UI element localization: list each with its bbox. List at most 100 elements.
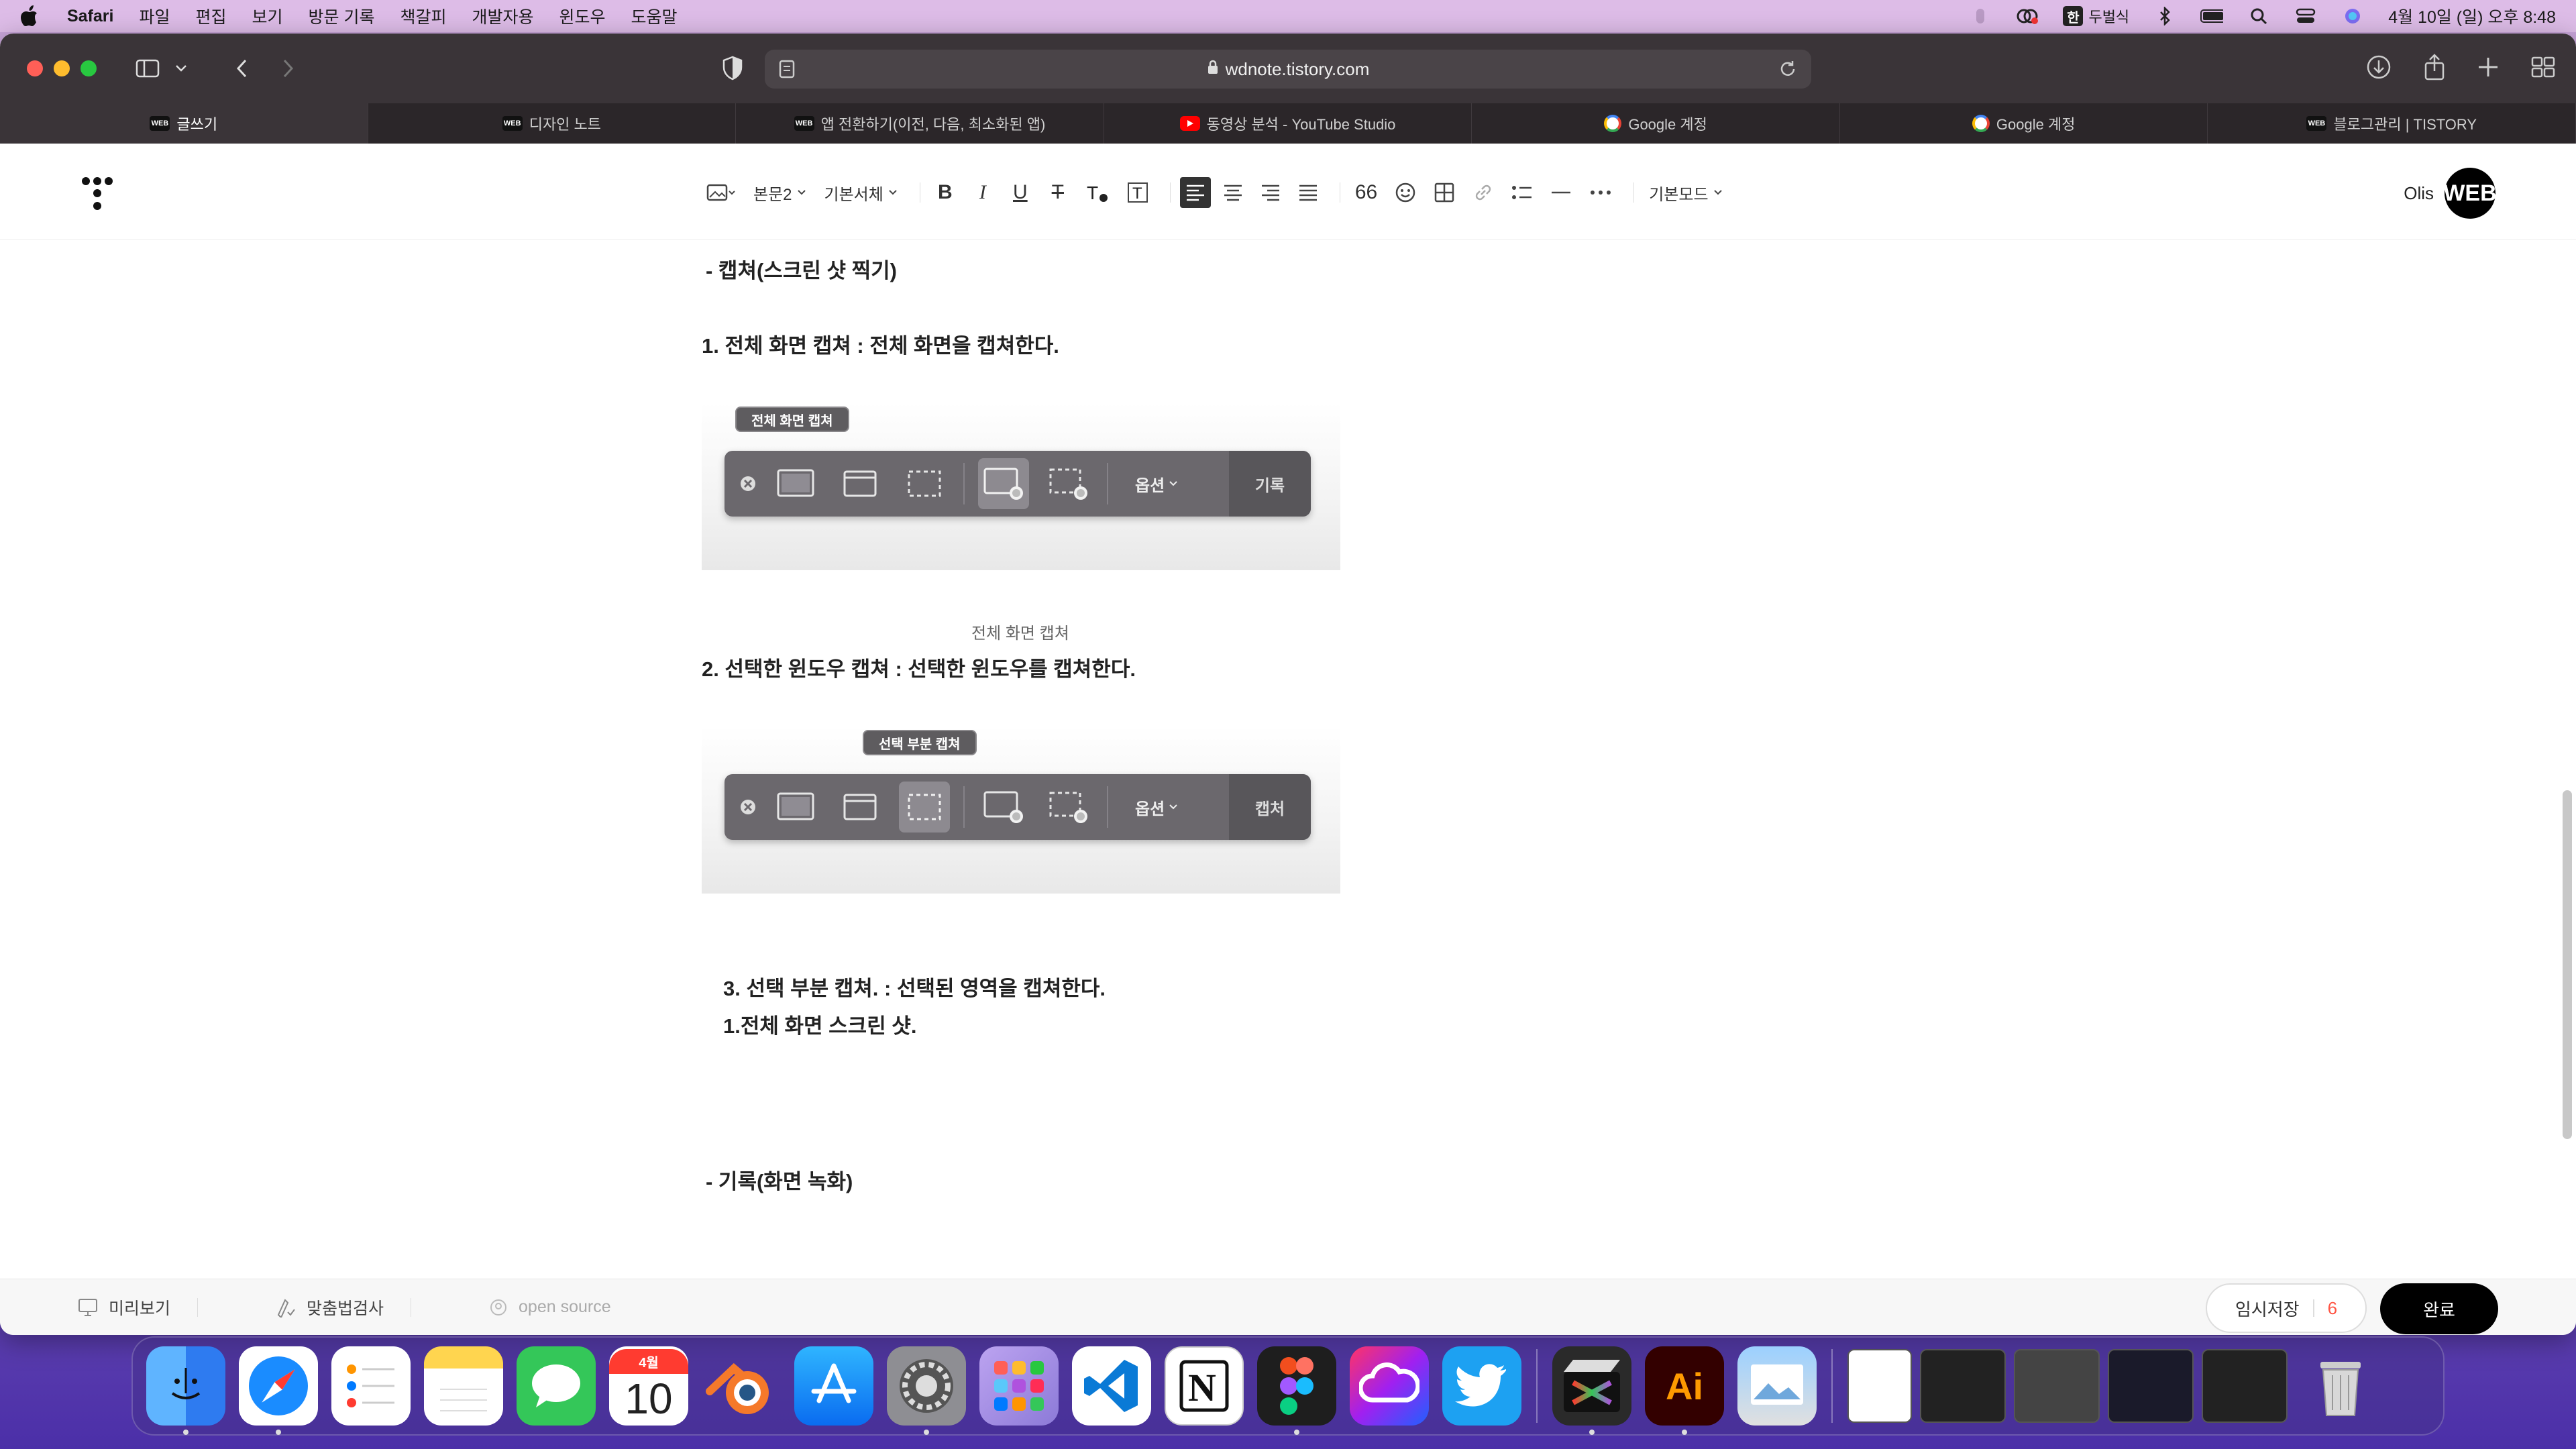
editor-mode-dropdown[interactable]: 기본모드 (1644, 177, 1728, 208)
tistory-logo-icon[interactable] (80, 176, 114, 217)
dock-figma[interactable] (1257, 1346, 1336, 1435)
dock-vscode[interactable] (1072, 1346, 1151, 1426)
siri-icon[interactable] (2341, 7, 2364, 25)
paragraph-style-dropdown[interactable]: 본문2 (748, 177, 812, 208)
dock-reminders[interactable] (331, 1346, 411, 1426)
dock-finder[interactable] (146, 1346, 225, 1435)
align-justify-button[interactable] (1293, 177, 1324, 208)
preview-button[interactable]: 미리보기 (78, 1295, 170, 1320)
address-bar[interactable]: wdnote.tistory.com (765, 50, 1811, 89)
share-icon[interactable] (2423, 54, 2446, 84)
strikethrough-button[interactable]: T (1042, 177, 1073, 208)
menu-develop[interactable]: 개발자용 (472, 4, 534, 28)
minimized-window-thumbnail[interactable] (1920, 1349, 2006, 1423)
dock-trash[interactable] (2301, 1346, 2380, 1426)
dock-calendar[interactable]: 4월 10 (609, 1346, 688, 1426)
close-window-button[interactable] (27, 60, 43, 76)
creative-cloud-icon[interactable] (2016, 7, 2039, 25)
menu-app-name[interactable]: Safari (67, 7, 113, 26)
chevron-down-icon[interactable] (168, 55, 195, 82)
dock-notes[interactable] (424, 1346, 503, 1426)
text-background-button[interactable]: T (1122, 177, 1154, 208)
tab-app-switching[interactable]: WEB 앱 전환하기(이전, 다음, 최소화된 앱) (736, 103, 1104, 144)
text-color-button[interactable]: T (1080, 177, 1115, 208)
control-center-icon[interactable] (2294, 7, 2317, 25)
open-source-link[interactable]: open source (489, 1297, 611, 1317)
dock-creative-cloud[interactable] (1350, 1346, 1429, 1426)
minimized-window-thumbnail[interactable] (2014, 1349, 2100, 1423)
menu-bookmarks[interactable]: 책갈피 (400, 4, 446, 28)
minimize-window-button[interactable] (54, 60, 70, 76)
dock-safari[interactable] (239, 1346, 318, 1435)
tab-google-account-2[interactable]: Google 계정 (1840, 103, 2208, 144)
heading-screen-recording[interactable]: - 기록(화면 녹화) (706, 1165, 853, 1195)
bold-button[interactable]: B (930, 177, 961, 208)
user-menu[interactable]: Olis WEB (2404, 168, 2497, 219)
downloads-icon[interactable] (2365, 54, 2392, 84)
content-scrollbar[interactable] (2563, 790, 2572, 1139)
emoji-icon[interactable] (1389, 177, 1421, 208)
link-icon[interactable] (1467, 177, 1499, 208)
horizontal-rule-icon[interactable] (1545, 177, 1577, 208)
font-dropdown[interactable]: 기본서체 (819, 177, 904, 208)
dock-preview[interactable] (1737, 1346, 1817, 1426)
menu-window[interactable]: 윈도우 (559, 4, 606, 28)
dock-blender[interactable] (702, 1346, 781, 1426)
quote-button[interactable]: 66 (1350, 177, 1383, 208)
menu-edit[interactable]: 편집 (196, 4, 227, 28)
table-icon[interactable] (1428, 177, 1460, 208)
underline-button[interactable]: U (1005, 177, 1036, 208)
screenshot-selected-window[interactable]: 선택 부분 캡쳐 옵션 캡처 (702, 726, 1340, 894)
temp-save-button[interactable]: 임시저장 6 (2206, 1283, 2367, 1333)
editor-content[interactable]: - 캡쳐(스크린 샷 찍기) 1. 전체 화면 캡쳐 : 전체 화면을 캡쳐한다… (0, 240, 2576, 1279)
italic-button[interactable]: I (967, 177, 998, 208)
item-full-screen-shot[interactable]: 1.전체 화면 스크린 샷. (723, 1009, 916, 1039)
image-caption[interactable]: 전체 화면 캡쳐 (971, 620, 1069, 643)
done-button[interactable]: 완료 (2380, 1283, 2498, 1334)
minimized-window-thumbnail[interactable] (2202, 1349, 2288, 1423)
spotlight-search-icon[interactable] (2247, 7, 2270, 25)
tab-google-account-1[interactable]: Google 계정 (1472, 103, 1840, 144)
align-center-button[interactable] (1218, 177, 1248, 208)
dock-launchpad[interactable] (979, 1346, 1059, 1426)
item-full-screen[interactable]: 1. 전체 화면 캡쳐 : 전체 화면을 캡쳐한다. (702, 329, 1059, 359)
screenshot-full-screen[interactable]: 전체 화면 캡쳐 옵션 기록 (702, 402, 1340, 570)
menu-help[interactable]: 도움말 (631, 4, 678, 28)
sidebar-icon[interactable] (134, 55, 161, 82)
more-options-icon[interactable] (1584, 177, 1617, 208)
dock-twitter[interactable] (1442, 1346, 1521, 1426)
bullet-list-icon[interactable] (1506, 177, 1538, 208)
menu-view[interactable]: 보기 (252, 4, 283, 28)
bluetooth-icon[interactable] (2153, 7, 2176, 25)
tab-youtube-studio[interactable]: 동영상 분석 - YouTube Studio (1104, 103, 1472, 144)
item-selected-area[interactable]: 3. 선택 부분 캡쳐. : 선택된 영역을 캡쳐한다. (723, 971, 1106, 1002)
dock-system-preferences[interactable] (887, 1346, 966, 1435)
new-tab-icon[interactable] (2477, 54, 2500, 84)
minimized-window-thumbnail[interactable] (2108, 1349, 2194, 1423)
insert-image-button[interactable] (701, 177, 741, 208)
apple-icon[interactable] (20, 5, 40, 27)
dock-illustrator[interactable]: Ai (1645, 1346, 1724, 1435)
heading-capture[interactable]: - 캡쳐(스크린 샷 찍기) (706, 254, 897, 284)
reload-icon[interactable] (1778, 59, 1798, 84)
battery-icon[interactable] (2200, 7, 2224, 25)
align-right-button[interactable] (1255, 177, 1286, 208)
menubar-clock[interactable]: 4월 10일 (일) 오후 8:48 (2388, 4, 2556, 28)
tab-design-note[interactable]: WEB 디자인 노트 (368, 103, 737, 144)
item-selected-window[interactable]: 2. 선택한 윈도우 캡쳐 : 선택한 윈도우를 캡쳐한다. (702, 652, 1136, 682)
input-method-menu[interactable]: 한 두벌식 (2063, 5, 2129, 27)
align-left-button[interactable] (1179, 177, 1211, 208)
dock-messages[interactable] (517, 1346, 596, 1426)
page-menu-icon[interactable] (778, 59, 796, 84)
dock-final-cut-pro[interactable] (1552, 1346, 1631, 1435)
dock-notion[interactable]: N (1165, 1346, 1244, 1426)
minimized-window-thumbnail[interactable] (1847, 1349, 1912, 1423)
zoom-window-button[interactable] (80, 60, 97, 76)
dock-app-store[interactable] (794, 1346, 873, 1426)
menu-file[interactable]: 파일 (139, 4, 170, 28)
tab-overview-icon[interactable] (2530, 54, 2556, 84)
forward-arrow-icon[interactable] (275, 55, 302, 82)
microphone-indicator-icon[interactable] (1969, 7, 1992, 25)
back-arrow-icon[interactable] (228, 55, 255, 82)
menu-history[interactable]: 방문 기록 (309, 4, 375, 28)
